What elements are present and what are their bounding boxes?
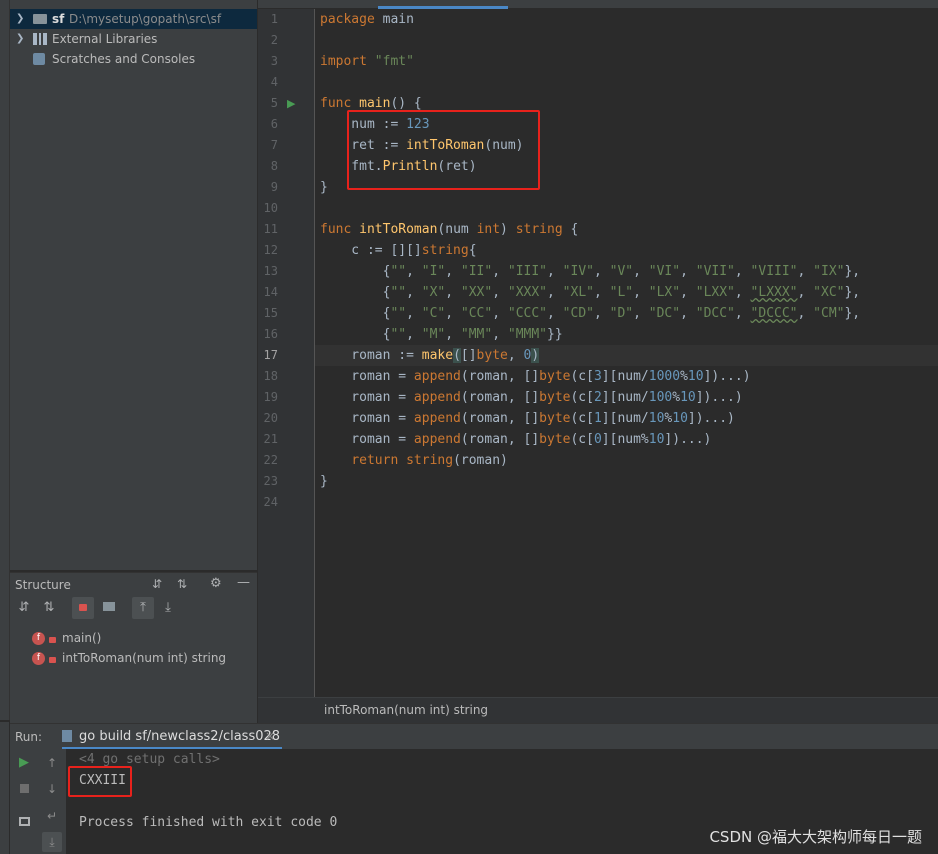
line-number: 15: [263, 306, 278, 320]
code-line: roman := make([]byte, 0): [320, 348, 540, 363]
line-number: 4: [270, 75, 278, 89]
tree-root-path: D:\mysetup\gopath\src\sf: [69, 12, 222, 26]
tree-root-name: sf: [52, 12, 65, 26]
scratches-icon: [33, 53, 45, 65]
line-number: 20: [263, 411, 278, 425]
structure-panel: Structure ⇵ ⇅ ⚙ — ⇵ ⇅ ⤒ ⤓ f main() f intTo…: [10, 572, 257, 723]
gear-icon[interactable]: ⚙: [210, 576, 222, 591]
line-number: 14: [263, 285, 278, 299]
sort-alpha-icon[interactable]: ⇅: [38, 597, 60, 619]
libraries-icon: [33, 33, 47, 45]
run-label: Run:: [15, 730, 43, 744]
breadcrumb[interactable]: intToRoman(num int) string: [324, 703, 488, 717]
lock-icon: [49, 636, 56, 643]
scroll-to-end-icon[interactable]: ⤓: [42, 832, 62, 852]
line-number: 8: [270, 159, 278, 173]
line-number: 16: [263, 327, 278, 341]
tree-row-sf[interactable]: ❯ sf D:\mysetup\gopath\src\sf: [10, 9, 257, 29]
line-number: 6: [270, 117, 278, 131]
layout-icon[interactable]: [14, 812, 34, 832]
close-tab-icon[interactable]: ×: [265, 729, 275, 743]
code-editor[interactable]: package main import "fmt" func main() { …: [315, 9, 938, 697]
editor-gutter: 1 2 3 4 5 6 7 8 9 10 11 12 13 14 15 16 17 18 19 20 21 22 23 24 …: [258, 9, 337, 697]
line-number: 7: [270, 138, 278, 152]
line-number: 13: [263, 264, 278, 278]
show-private-lock-icon[interactable]: [72, 597, 94, 619]
run-panel-header: Run: go build sf/newclass2/class028 ×: [10, 723, 938, 750]
line-number: 23: [263, 474, 278, 488]
function-icon: f: [32, 652, 45, 665]
sort-visibility-icon[interactable]: ⇵: [13, 597, 35, 619]
expand-all-icon[interactable]: ⇵: [152, 577, 162, 591]
code-line: roman = append(roman, []byte(c[2][num/10…: [320, 390, 743, 405]
lock-icon: [49, 656, 56, 663]
setup-calls-fold[interactable]: <4 go setup calls>: [79, 752, 220, 767]
code-line: {"", "X", "XX", "XXX", "XL", "L", "LX", …: [320, 285, 861, 300]
line-number: 9: [270, 180, 278, 194]
tree-row-external-libraries[interactable]: ❯ External Libraries: [10, 29, 257, 49]
code-line: roman = append(roman, []byte(c[3][num/10…: [320, 369, 751, 384]
project-panel: ❯ sf D:\mysetup\gopath\src\sf ❯ External…: [10, 0, 257, 570]
code-line: roman = append(roman, []byte(c[0][num%10…: [320, 432, 712, 447]
tree-row-scratches[interactable]: Scratches and Consoles: [10, 49, 257, 69]
autoscroll-to-source-icon[interactable]: ⤒: [132, 597, 154, 619]
structure-item-label: main(): [62, 631, 102, 645]
expand-arrow-icon[interactable]: ❯: [16, 29, 24, 49]
structure-title: Structure: [15, 578, 71, 592]
run-toolbar: ▶ ↑ ↓ ↵ ⤓: [10, 749, 66, 854]
autoscroll-from-source-icon[interactable]: ⤓: [157, 597, 179, 619]
code-line: return string(roman): [351, 453, 508, 468]
structure-item-main[interactable]: f main(): [32, 628, 101, 648]
collapse-all-icon[interactable]: ⇅: [177, 577, 187, 591]
soft-wrap-icon[interactable]: ↵: [42, 806, 62, 826]
line-number: 19: [263, 390, 278, 404]
folder-icon: [33, 14, 47, 24]
line-number: 24: [263, 495, 278, 509]
show-fields-folder-icon[interactable]: [98, 597, 120, 619]
annotation-highlight-box: [347, 110, 540, 190]
run-gutter-icon[interactable]: ▶: [287, 97, 295, 110]
code-line: {"", "I", "II", "III", "IV", "V", "VI", …: [320, 264, 861, 279]
up-arrow-icon[interactable]: ↑: [42, 753, 62, 773]
editor-tab-strip[interactable]: [258, 0, 938, 8]
line-number: 5: [270, 96, 278, 110]
line-number: 1: [270, 12, 278, 26]
stop-icon[interactable]: [14, 779, 34, 799]
code-line: roman = append(roman, []byte(c[1][num/10…: [320, 411, 735, 426]
rerun-icon[interactable]: ▶: [14, 753, 34, 773]
code-line: import "fmt": [320, 54, 414, 69]
process-exit-message: Process finished with exit code 0: [79, 815, 338, 830]
left-tool-strip: [0, 0, 10, 720]
minimize-icon[interactable]: —: [237, 575, 250, 590]
line-number: 3: [270, 54, 278, 68]
code-line: func intToRoman(num int) string {: [320, 222, 579, 237]
structure-item-label: intToRoman(num int) string: [62, 651, 227, 665]
code-line: c := [][]string{: [320, 243, 477, 258]
line-number: 21: [263, 432, 278, 446]
line-number: 17: [263, 348, 278, 362]
line-number: 2: [270, 33, 278, 47]
line-number: 11: [263, 222, 278, 236]
watermark: CSDN @福大大架构师每日一题: [709, 828, 922, 846]
down-arrow-icon[interactable]: ↓: [42, 779, 62, 799]
left-tool-strip-bottom: [0, 722, 9, 854]
go-file-icon: [62, 730, 72, 742]
line-number: 10: [263, 201, 278, 215]
code-line: {"", "M", "MM", "MMM"}}: [320, 327, 563, 342]
run-tab-label[interactable]: go build sf/newclass2/class028: [79, 729, 280, 744]
breadcrumb-bar: intToRoman(num int) string: [258, 697, 938, 724]
line-number: 22: [263, 453, 278, 467]
expand-arrow-icon[interactable]: ❯: [16, 9, 24, 29]
code-line: }: [320, 474, 328, 489]
external-libraries-label: External Libraries: [52, 32, 158, 46]
annotation-highlight-box: [68, 766, 132, 797]
code-line: {"", "C", "CC", "CCC", "CD", "D", "DC", …: [320, 306, 861, 321]
code-line: }: [320, 180, 328, 195]
function-icon: f: [32, 632, 45, 645]
line-number: 18: [263, 369, 278, 383]
code-line: package main: [320, 12, 414, 27]
structure-item-inttoroman[interactable]: f intToRoman(num int) string: [32, 648, 226, 668]
line-number: 12: [263, 243, 278, 257]
scratches-label: Scratches and Consoles: [52, 52, 196, 66]
